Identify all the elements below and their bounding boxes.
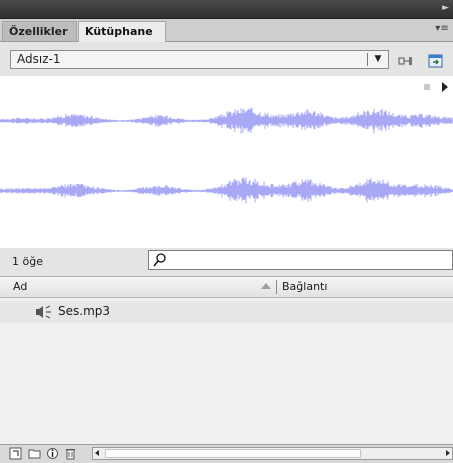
search-icon — [153, 253, 166, 267]
library-bottom-toolbar — [0, 444, 453, 463]
column-header-name[interactable]: Ad — [13, 280, 27, 293]
tab-properties[interactable]: Özellikler — [2, 21, 77, 41]
scroll-thumb[interactable] — [105, 449, 361, 458]
document-select[interactable]: Adsız-1 ▼ — [10, 50, 389, 69]
column-header-row: Ad Bağlantı — [0, 277, 453, 298]
new-symbol-icon[interactable] — [9, 447, 22, 460]
sort-ascending-icon[interactable] — [261, 283, 271, 289]
properties-icon[interactable] — [46, 447, 59, 460]
library-preview — [0, 76, 453, 249]
scroll-right-arrow-icon[interactable] — [446, 450, 450, 456]
panel-title-bar: ► — [0, 0, 453, 19]
document-row: Adsız-1 ▼ — [0, 42, 453, 76]
tab-library[interactable]: Kütüphane — [78, 21, 166, 42]
speaker-icon — [36, 305, 51, 319]
waveform-right-channel — [0, 177, 453, 204]
document-select-value: Adsız-1 — [17, 52, 61, 66]
collapse-arrow-icon[interactable]: ► — [442, 3, 449, 13]
new-library-panel-icon[interactable] — [428, 54, 444, 68]
item-count: 1 öğe — [12, 255, 43, 268]
list-item[interactable]: Ses.mp3 — [0, 301, 453, 323]
list-item-label: Ses.mp3 — [58, 304, 111, 318]
waveform-left-channel — [0, 107, 453, 134]
stop-icon[interactable] — [424, 84, 430, 90]
library-toolbar: 1 öğe — [0, 248, 453, 277]
pin-library-icon[interactable] — [398, 54, 414, 68]
delete-icon[interactable] — [64, 447, 77, 460]
panel-menu-icon[interactable]: ▾≡ — [435, 23, 449, 35]
horizontal-scrollbar[interactable] — [92, 447, 453, 460]
chevron-down-icon[interactable]: ▼ — [371, 51, 385, 68]
panel-tab-row: Özellikler Kütüphane ▾≡ — [0, 19, 453, 42]
library-item-list: Ses.mp3 — [0, 298, 453, 444]
search-box — [148, 250, 453, 270]
search-input[interactable] — [171, 252, 449, 268]
column-divider[interactable] — [276, 280, 277, 294]
select-divider — [367, 53, 368, 66]
column-header-linkage[interactable]: Bağlantı — [282, 280, 327, 293]
new-folder-icon[interactable] — [28, 447, 41, 460]
scroll-left-arrow-icon[interactable] — [95, 450, 99, 456]
